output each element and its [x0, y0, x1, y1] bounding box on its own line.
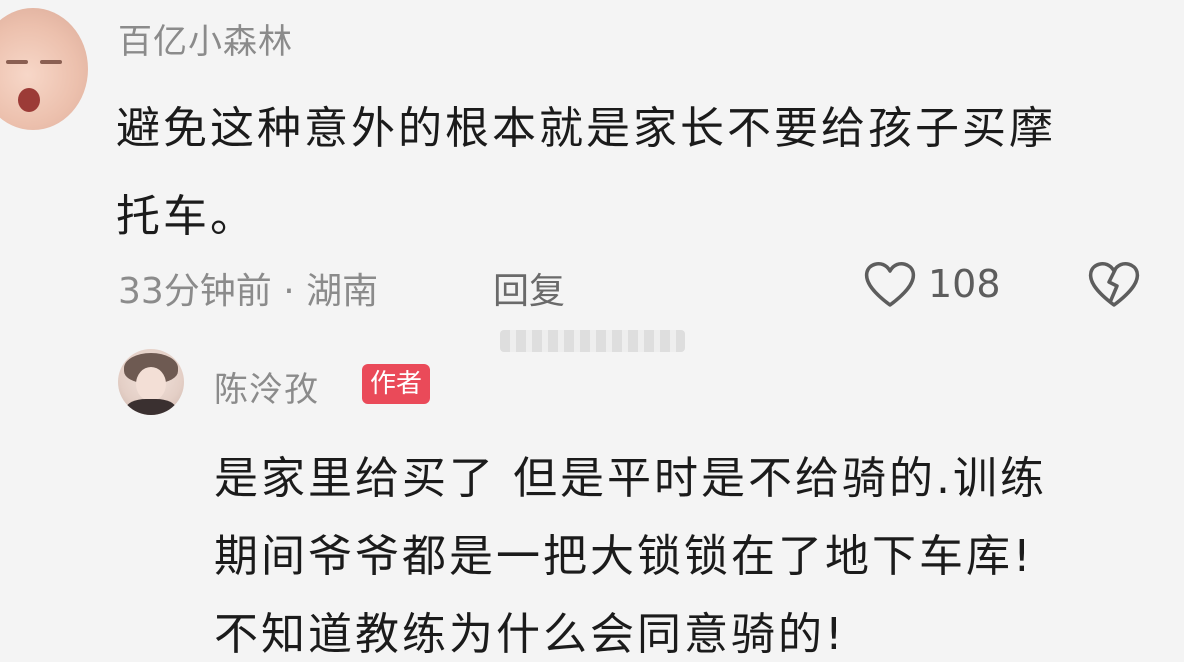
broken-heart-icon — [1088, 262, 1140, 307]
commenter-username[interactable]: 百亿小森林 — [118, 14, 293, 63]
comment-text-line-1: 避免这种意外的根本就是家长不要给孩子买摩 — [116, 103, 1056, 154]
dislike-button[interactable] — [1086, 258, 1142, 310]
author-badge: 作者 — [362, 364, 431, 404]
like-button[interactable] — [862, 258, 918, 310]
like-count: 108 — [928, 262, 1001, 306]
reply-text-line-1: 是家里给买了 但是平时是不给骑的.训练 — [214, 453, 1047, 504]
reply-button[interactable]: 回复 — [493, 262, 565, 314]
reply-username[interactable]: 陈泠孜 — [214, 362, 319, 411]
expand-replies-strip[interactable] — [500, 330, 685, 352]
commenter-avatar[interactable] — [0, 8, 88, 130]
comment-text-line-2: 托车。 — [116, 191, 257, 242]
reply-text-line-2: 期间爷爷都是一把大锁锁在了地下车库! — [214, 531, 1034, 582]
reply-avatar[interactable] — [118, 349, 184, 415]
reply-text-line-3: 不知道教练为什么会同意骑的! — [214, 609, 846, 660]
comment-meta: 33分钟前 · 湖南 — [118, 271, 379, 312]
heart-outline-icon — [864, 262, 916, 307]
